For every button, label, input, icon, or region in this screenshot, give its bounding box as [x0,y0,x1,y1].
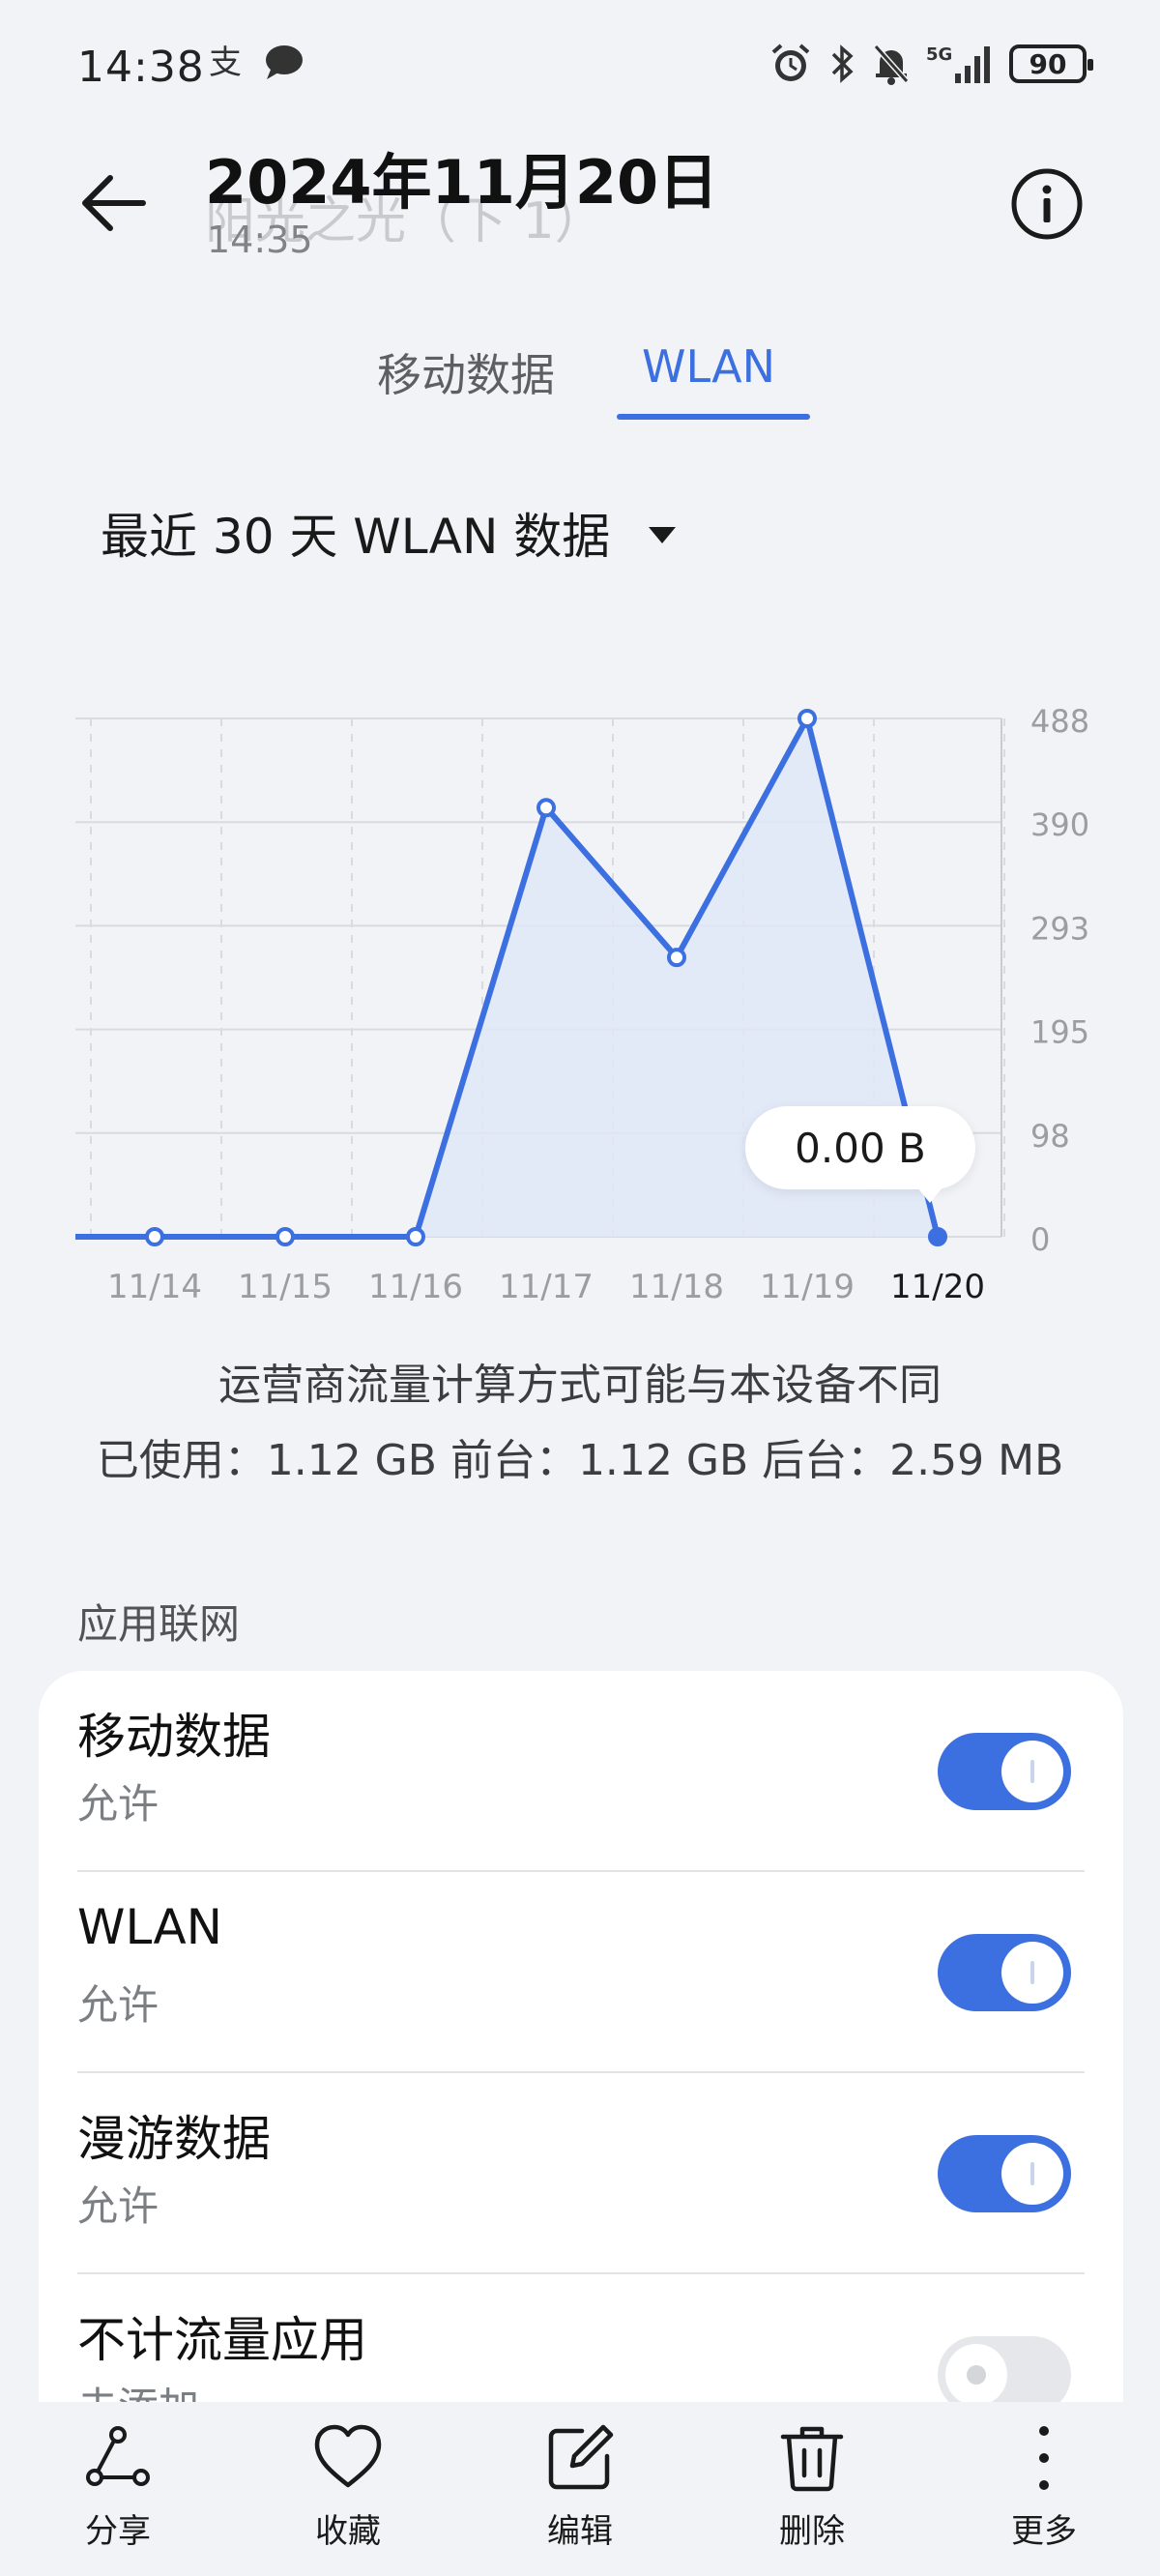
roaming-data-toggle[interactable] [938,2135,1071,2212]
section-label: 应用联网 [77,1600,241,1648]
mute-bell-icon [873,44,910,85]
row-subtitle: 允许 [77,2182,160,2230]
svg-text:支: 支 [209,44,242,81]
row-title: WLAN [77,1899,223,1955]
share-label: 分享 [85,2512,151,2551]
bottom-action-bar: 分享 收藏 编辑 删除 更多 [0,2402,1160,2576]
row-subtitle: 允许 [77,1981,160,2029]
battery-level: 90 [1029,47,1067,80]
status-left-icons: 支 [207,43,305,81]
y-tick-label: 390 [1030,806,1089,843]
x-tick-label: 11/20 [890,1268,985,1306]
chart-tooltip-tail [913,1182,947,1203]
row-roaming-data[interactable]: 漫游数据 允许 [39,2073,1123,2274]
x-tick-label: 11/17 [499,1268,594,1306]
y-tick-label: 488 [1030,703,1089,740]
chat-bubble-icon [266,45,303,79]
more-label: 更多 [1011,2512,1077,2551]
data-point [406,1227,425,1246]
signal-5g-icon: 5G [926,44,990,83]
carrier-note: 运营商流量计算方式可能与本设备不同 [218,1361,942,1410]
data-point [667,948,686,968]
delete-label: 删除 [779,2512,845,2551]
edit-label: 编辑 [547,2512,613,2551]
heart-icon [314,2424,382,2488]
data-point [536,798,556,818]
chart-tooltip: 0.00 B [745,1106,975,1189]
back-arrow-icon[interactable] [75,164,153,242]
status-right-icons: 5G 90 [769,43,1093,85]
share-button[interactable]: 分享 [41,2421,195,2552]
data-point [798,709,817,728]
page-title: 2024年11月20日 [205,147,719,218]
active-tab-indicator [617,414,810,420]
status-time: 14:38 [77,43,205,92]
data-point [276,1227,295,1246]
period-dropdown-label: 最近 30 天 WLAN 数据 [101,509,611,565]
tab-mobile-data[interactable]: 移动数据 [377,340,555,404]
page-subtitle-time: 14:35 [207,219,313,261]
row-wlan[interactable]: WLAN 允许 [39,1872,1123,2073]
share-icon [86,2426,150,2486]
x-tick-label: 11/16 [368,1268,463,1306]
y-tick-label: 293 [1030,910,1089,947]
edit-icon [548,2424,614,2490]
x-tick-label: 11/19 [760,1268,855,1306]
trash-icon [780,2426,844,2492]
row-title: 漫游数据 [77,2111,271,2167]
y-tick-label: 195 [1030,1014,1089,1051]
dropdown-caret-icon [649,526,677,543]
y-tick-label: 98 [1030,1118,1070,1155]
y-tick-label: 0 [1030,1221,1050,1258]
data-point [145,1227,164,1246]
edit-button[interactable]: 编辑 [503,2421,657,2552]
alarm-icon [771,44,810,81]
row-title: 不计流量应用 [77,2312,367,2368]
data-point [928,1227,947,1246]
x-tick-label: 11/14 [107,1268,202,1306]
more-button[interactable]: 更多 [967,2421,1121,2552]
row-mobile-data[interactable]: 移动数据 允许 [39,1671,1123,1872]
info-icon[interactable] [1009,166,1085,242]
favorite-button[interactable]: 收藏 [271,2421,425,2552]
period-dropdown[interactable]: 最近 30 天 WLAN 数据 [101,498,677,568]
more-icon [1039,2426,1049,2490]
usage-summary: 已使用：1.12 GB 前台：1.12 GB 后台：2.59 MB [96,1436,1064,1485]
x-tick-label: 11/15 [238,1268,333,1306]
wlan-toggle[interactable] [938,1934,1071,2011]
wlan-usage-chart[interactable]: 488 390 293 195 98 0 11/14 11/15 11/16 11/17 11/18… [0,677,1160,1315]
tab-wlan[interactable]: WLAN [642,340,775,393]
favorite-label: 收藏 [315,2512,381,2551]
x-tick-label: 11/18 [629,1268,724,1306]
bluetooth-icon [831,44,854,83]
battery-icon: 90 [1009,44,1093,83]
svg-text:5G: 5G [926,44,952,65]
alipay-icon: 支 [209,44,242,81]
mobile-data-toggle[interactable] [938,1733,1071,1810]
row-title: 移动数据 [77,1709,271,1765]
row-subtitle: 允许 [77,1780,160,1828]
delete-button[interactable]: 删除 [735,2421,889,2552]
